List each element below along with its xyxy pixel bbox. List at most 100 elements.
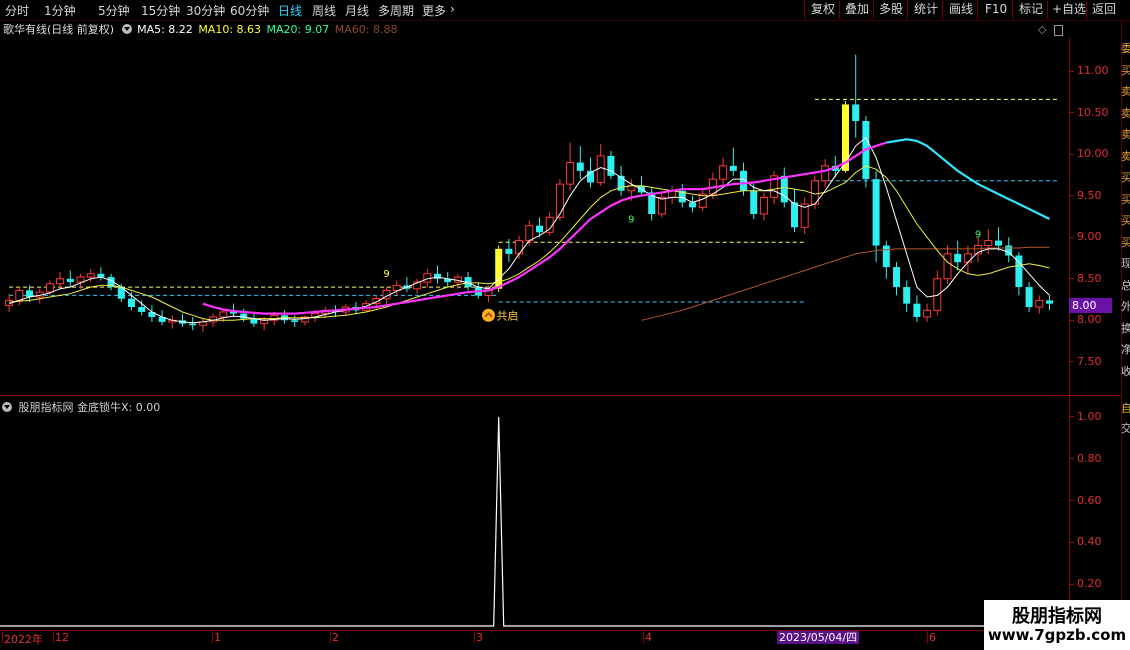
candle-body (995, 240, 1002, 246)
side-label: 现 (1121, 257, 1130, 270)
tab-fenshi[interactable]: 分时 (5, 2, 29, 19)
indicator-axis: 1.00 0.80 0.60 0.40 0.20 (1070, 396, 1130, 630)
stock-title: 歌华有线(日线 前复权) (3, 23, 115, 36)
candle-body (576, 162, 584, 171)
stats-button[interactable]: 统计 (911, 1, 941, 18)
tab-daily[interactable]: 日线 (278, 2, 302, 19)
side-label: 委 (1121, 42, 1130, 55)
time-tick (53, 631, 54, 643)
f10-button[interactable]: F10 (982, 1, 1010, 18)
multi-stock-button[interactable]: 多股 (876, 1, 906, 18)
candle-body (872, 179, 880, 246)
window-toggle-icon[interactable] (1054, 25, 1063, 36)
candle-body (566, 162, 575, 185)
candle-body (657, 196, 666, 215)
candle-body (719, 165, 728, 180)
draw-line-button[interactable]: 画线 (946, 1, 976, 18)
candle-body (26, 290, 33, 298)
back-button[interactable]: 返回 (1089, 1, 1119, 18)
divider (1012, 1, 1013, 19)
candle-body (536, 225, 543, 233)
nine-count-mark: 9 (383, 269, 389, 280)
ma20-line (202, 141, 887, 315)
candle-body (515, 240, 524, 255)
signal-icon (482, 308, 495, 322)
indicator-tick: 1.00 (1070, 410, 1102, 423)
watermark-url: www.7gpzb.com (987, 626, 1127, 644)
candle-body (923, 309, 932, 318)
divider (1047, 1, 1048, 19)
price-tick: 10.50 (1070, 106, 1109, 119)
time-tick (474, 631, 475, 643)
indicator-tick: 0.20 (1070, 577, 1102, 590)
time-label: 3 (476, 631, 483, 644)
time-label: 6 (929, 631, 936, 644)
tab-monthly[interactable]: 月线 (345, 2, 369, 19)
chevron-down-icon[interactable] (121, 24, 132, 34)
divider (942, 1, 943, 19)
candle-body (45, 283, 54, 293)
time-label: 2022年 (4, 633, 43, 646)
side-label: 买 (1121, 171, 1130, 184)
indicator-chart[interactable] (0, 396, 1069, 630)
candlestick-chart[interactable]: 9 9 9 共启 (0, 38, 1069, 395)
candle-body (933, 278, 942, 311)
mark-button[interactable]: 标记 (1016, 1, 1046, 18)
tab-5min[interactable]: 5分钟 (98, 2, 130, 19)
tab-1min[interactable]: 1分钟 (44, 2, 76, 19)
indicator-tick: 0.60 (1070, 494, 1102, 507)
candle-body (852, 104, 860, 122)
candle-body (943, 253, 952, 280)
candle-body (821, 165, 830, 182)
ma20-value: MA20: 9.07 (266, 23, 330, 36)
main-legend: 歌华有线(日线 前复权) MA5: 8.22 MA10: 8.63 MA20: … (0, 21, 399, 37)
overlay-button[interactable]: 叠加 (842, 1, 872, 18)
candle-body (954, 253, 962, 263)
tab-60min[interactable]: 60分钟 (230, 2, 269, 19)
candle-body (729, 165, 737, 171)
chevron-right-icon[interactable]: › (450, 2, 455, 16)
candle-body (219, 311, 228, 318)
candle-body (913, 303, 921, 317)
candle-body (893, 267, 900, 288)
price-tick: 10.00 (1070, 147, 1109, 160)
side-label: 总 (1121, 278, 1130, 292)
nine-count-mark: 9 (628, 214, 634, 225)
candle-body (1035, 299, 1044, 308)
candle-body (291, 320, 299, 322)
candle-body (66, 278, 74, 283)
side-label: 买 (1121, 235, 1130, 249)
time-label: 12 (55, 631, 69, 644)
indicator-line (0, 416, 1069, 627)
side-label: 外 (1121, 300, 1130, 313)
date-cursor-flag: 2023/05/04/四 (777, 631, 860, 644)
candle-body (138, 306, 146, 312)
time-tick (927, 631, 928, 643)
indicator-tick: 0.80 (1070, 452, 1102, 465)
tab-weekly[interactable]: 周线 (312, 2, 336, 19)
candle-body (1046, 300, 1053, 304)
candle-body (525, 225, 534, 242)
candle-body (903, 287, 911, 304)
divider (977, 1, 978, 19)
candle-body (86, 273, 95, 278)
price-tick: 9.50 (1070, 189, 1102, 202)
tab-15min[interactable]: 15分钟 (141, 2, 180, 19)
diamond-icon[interactable]: ◇ (1038, 23, 1046, 36)
candle-body (505, 248, 513, 254)
divider (907, 1, 908, 19)
candle-body (76, 276, 85, 283)
candle-body (963, 253, 972, 263)
fuquan-button[interactable]: 复权 (808, 1, 838, 18)
time-label: 2 (332, 631, 339, 644)
tab-30min[interactable]: 30分钟 (186, 2, 225, 19)
add-watchlist-button[interactable]: +自选 (1049, 1, 1089, 18)
candle-body (15, 289, 24, 301)
signal-label: 共启 (497, 309, 519, 322)
time-tick (643, 631, 644, 643)
candle-body (392, 284, 401, 291)
divider (1086, 1, 1087, 19)
time-label: 4 (645, 631, 652, 644)
tab-multi-period[interactable]: 多周期 (378, 2, 414, 19)
tab-more[interactable]: 更多 (422, 2, 446, 19)
